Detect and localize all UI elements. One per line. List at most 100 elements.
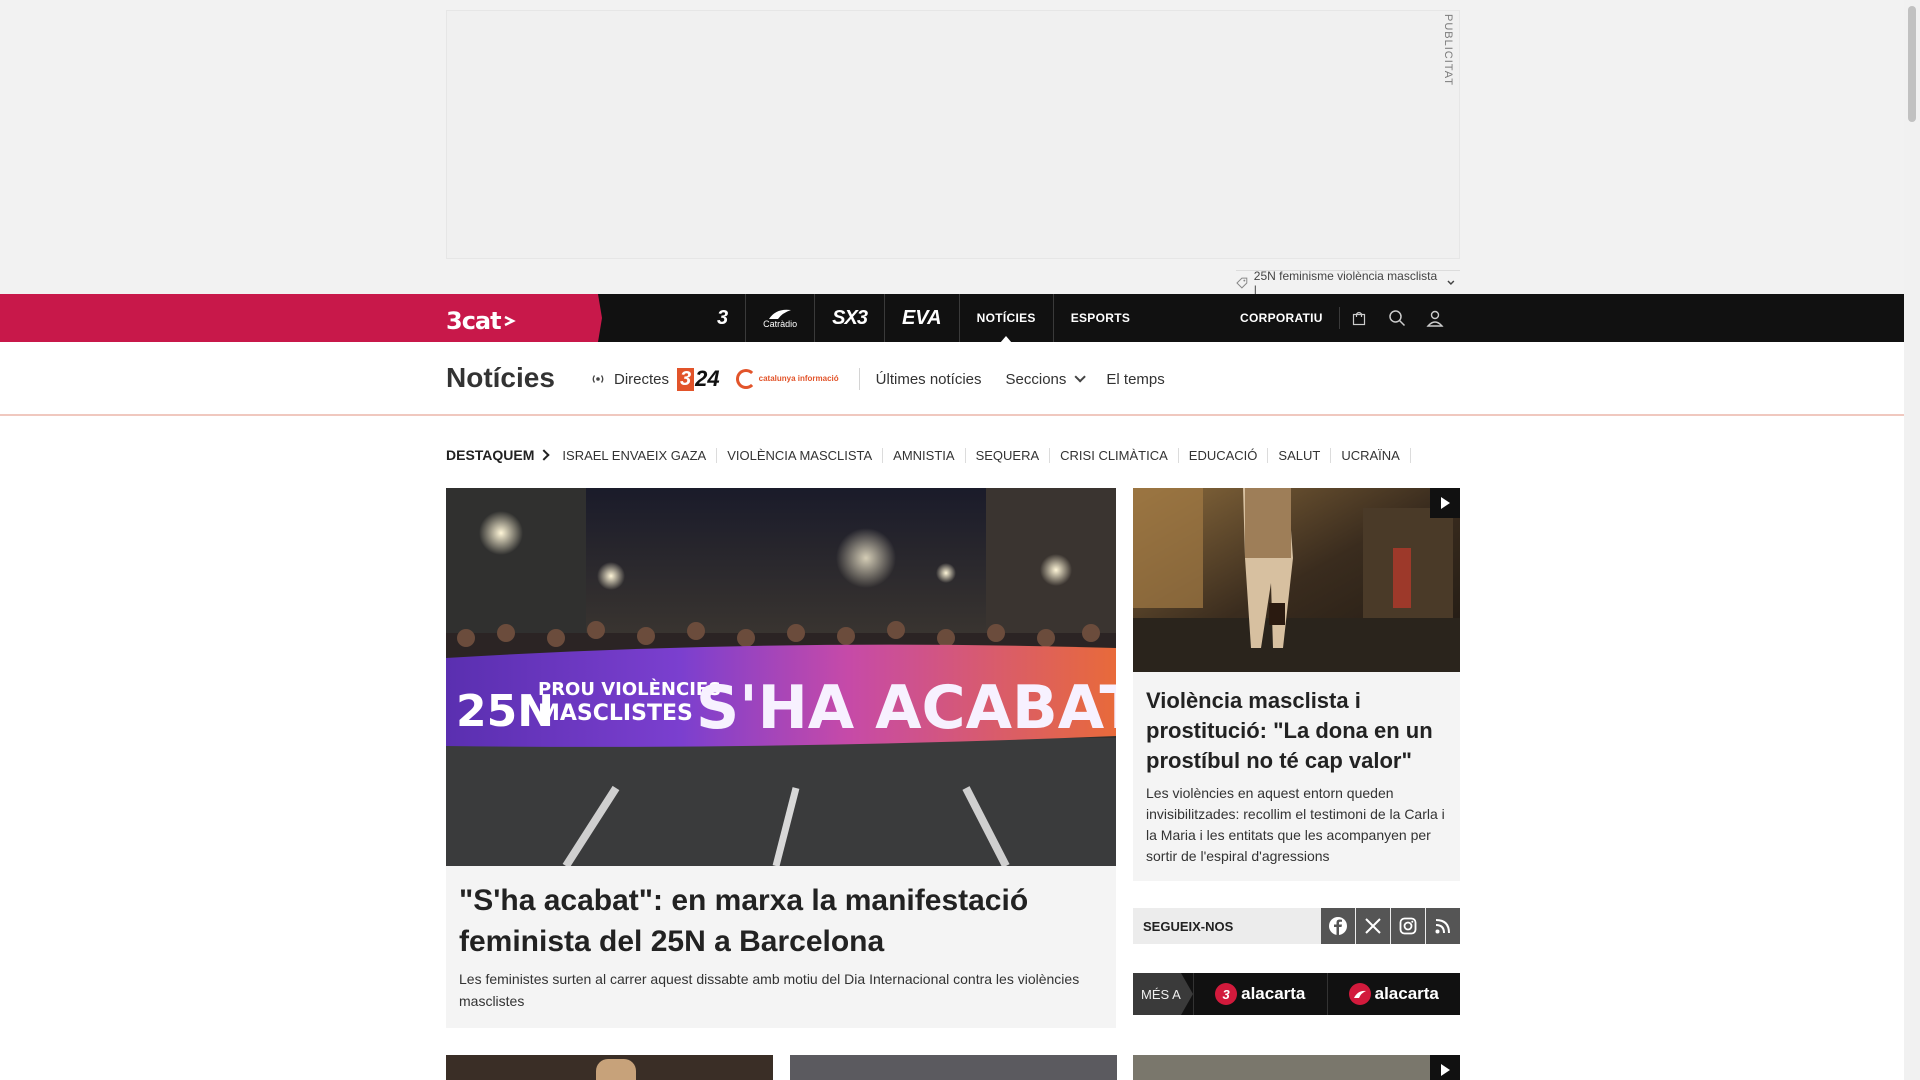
rss-button[interactable]: [1426, 908, 1460, 944]
ad-band: PUBLICITAT 25N feminisme violència mascl…: [0, 0, 1904, 297]
channel-324-logo[interactable]: 3 24: [677, 366, 720, 392]
channel-tv3-logo: 3: [717, 306, 729, 329]
story-card-thumbnail[interactable]: [790, 1055, 1117, 1080]
main-story-photo[interactable]: 25N PROU VIOLÈNCIES MASCLISTES S'HA ACAB…: [446, 488, 1116, 866]
highlight-tag[interactable]: UCRAÏNA: [1331, 447, 1411, 463]
page-title[interactable]: Notícies: [446, 362, 555, 394]
weather-link[interactable]: El temps: [1106, 371, 1164, 388]
search-button[interactable]: [1378, 294, 1416, 342]
channel-sx3-logo: SX3: [832, 306, 868, 329]
destaquem-label: DESTAQUEM: [446, 447, 535, 463]
shop-button[interactable]: [1340, 294, 1378, 342]
corporate-link[interactable]: CORPORATIU: [1240, 307, 1340, 329]
rss-icon: [1435, 919, 1450, 934]
brand-arrow-icon: [504, 315, 516, 327]
channel-catradio-label: Catràdio: [763, 318, 798, 329]
highlight-tag[interactable]: SEQUERA: [966, 447, 1051, 463]
catradio-logo-icon: [1353, 990, 1366, 998]
channel-tv3[interactable]: 3: [700, 294, 747, 342]
tv3-badge: 3: [1215, 983, 1238, 1005]
menu-divider: [858, 368, 860, 390]
logo-324-text: 24: [695, 366, 720, 391]
story-card-thumbnail[interactable]: [1133, 1055, 1460, 1080]
x-icon: [1365, 918, 1381, 934]
brand-logo-text: 3cat: [446, 307, 502, 335]
side-story-headline[interactable]: Violència masclista i prostitució: "La d…: [1146, 686, 1446, 776]
catradio-alacarta-link[interactable]: alacarta: [1326, 973, 1461, 1015]
catalunya-informacio-logo[interactable]: catalunya informació: [735, 369, 839, 389]
directes-link[interactable]: Directes: [590, 371, 669, 388]
highlight-tag[interactable]: SALUT: [1268, 447, 1332, 463]
banner-masclistes: MASCLISTES: [538, 701, 693, 726]
highlight-tag[interactable]: EDUCACIÓ: [1179, 447, 1269, 463]
photo-detail: [596, 1059, 636, 1080]
more-on-label: MÉS A: [1133, 973, 1193, 1015]
banner-prou: PROU VIOLÈNCIES: [538, 678, 721, 700]
channel-eva-logo: EVA: [901, 306, 942, 329]
highlight-tag[interactable]: ISRAEL ENVAEIX GAZA: [562, 447, 718, 463]
side-story-card[interactable]: Violència masclista i prostitució: "La d…: [1133, 488, 1460, 881]
catalunya-informacio-mark: [735, 369, 756, 389]
follow-us-label: SEGUEIX-NOS: [1143, 918, 1234, 934]
catradio-alacarta-text: alacarta: [1374, 984, 1439, 1003]
ad-label: PUBLICITAT: [1442, 14, 1454, 86]
user-button[interactable]: [1416, 294, 1454, 342]
side-story-summary: Les violències en aquest entorn queden i…: [1146, 785, 1445, 864]
highlight-tag[interactable]: VIOLÈNCIA MASCLISTA: [717, 447, 884, 463]
channel-menu: 3 Catràdio SX3 EVA NOTÍCIES ESPORTS: [700, 294, 1147, 343]
play-icon: [1441, 1064, 1450, 1076]
main-story-headline[interactable]: "S'ha acabat": en marxa la manifestació …: [459, 880, 1099, 962]
sections-dropdown[interactable]: Seccions: [1005, 370, 1087, 388]
section-menu: Directes 3 24 catalunya informació Últime…: [590, 342, 1189, 416]
destaquem-heading[interactable]: DESTAQUEM: [446, 447, 551, 463]
tab-noticies[interactable]: NOTÍCIES: [960, 294, 1054, 343]
follow-us-bar: SEGUEIX-NOS: [1133, 908, 1460, 944]
trending-tags[interactable]: 25N feminisme violència masclista |: [1236, 268, 1460, 297]
sections-label: Seccions: [1005, 370, 1067, 388]
tv3-alacarta-text: alacarta: [1241, 984, 1306, 1003]
march-photo: 25N PROU VIOLÈNCIES MASCLISTES S'HA ACAB…: [446, 488, 1116, 866]
chevron-down-icon: [1074, 371, 1087, 383]
channel-catradio[interactable]: Catràdio: [746, 294, 816, 342]
more-on-bar: MÉS A 3 alacarta alacarta: [1133, 973, 1460, 1015]
scrollbar-thumb[interactable]: [1908, 6, 1916, 122]
nav-utilities: CORPORATIU: [1240, 294, 1454, 342]
night-street-photo: [1133, 488, 1460, 672]
ad-slot[interactable]: [446, 10, 1460, 259]
video-badge[interactable]: [1430, 1055, 1460, 1080]
facebook-button[interactable]: [1321, 908, 1355, 944]
highlight-tags-bar: DESTAQUEM ISRAEL ENVAEIX GAZA VIOLÈNCIA …: [446, 444, 1411, 466]
facebook-icon: [1329, 917, 1347, 935]
directes-label: Directes: [614, 370, 670, 388]
main-story-card[interactable]: 25N PROU VIOLÈNCIES MASCLISTES S'HA ACAB…: [446, 488, 1116, 1028]
story-card-thumbnail[interactable]: [446, 1055, 773, 1080]
highlight-tag[interactable]: AMNISTIA: [883, 447, 966, 463]
page-scrollbar[interactable]: [1904, 0, 1920, 1080]
tv3-alacarta-link[interactable]: 3 alacarta: [1193, 973, 1327, 1015]
live-broadcast-icon: [592, 375, 604, 383]
trending-tags-text: 25N feminisme violència masclista |: [1253, 268, 1438, 297]
top-navigation: 3cat 3 Catràdio SX3 EVA NOTÍCIES ESPORTS…: [0, 294, 1904, 343]
tag-icon: [1236, 277, 1248, 289]
highlight-tag[interactable]: CRISI CLIMÀTICA: [1050, 447, 1179, 463]
tab-esports[interactable]: ESPORTS: [1054, 294, 1147, 342]
latest-news-link[interactable]: Últimes notícies: [876, 371, 982, 388]
channel-sx3[interactable]: SX3: [815, 294, 885, 342]
search-icon: [1389, 310, 1405, 327]
logo-324-mark: 3: [677, 367, 695, 391]
side-story-photo[interactable]: [1133, 488, 1460, 672]
instagram-button[interactable]: [1391, 908, 1425, 944]
play-icon: [1441, 497, 1450, 509]
brand-logo[interactable]: 3cat: [446, 307, 517, 335]
chevron-right-icon: [538, 449, 551, 461]
instagram-icon: [1399, 917, 1417, 935]
catradio-badge: [1348, 983, 1371, 1005]
channel-eva[interactable]: EVA: [885, 294, 960, 342]
x-button[interactable]: [1356, 908, 1390, 944]
user-icon: [1426, 310, 1444, 327]
catradio-logo-icon: [769, 309, 792, 319]
catalunya-informacio-text: catalunya informació: [758, 374, 839, 383]
video-badge[interactable]: [1430, 488, 1460, 518]
shopping-bag-icon: [1352, 311, 1365, 326]
chevron-down-icon[interactable]: [1446, 278, 1456, 288]
